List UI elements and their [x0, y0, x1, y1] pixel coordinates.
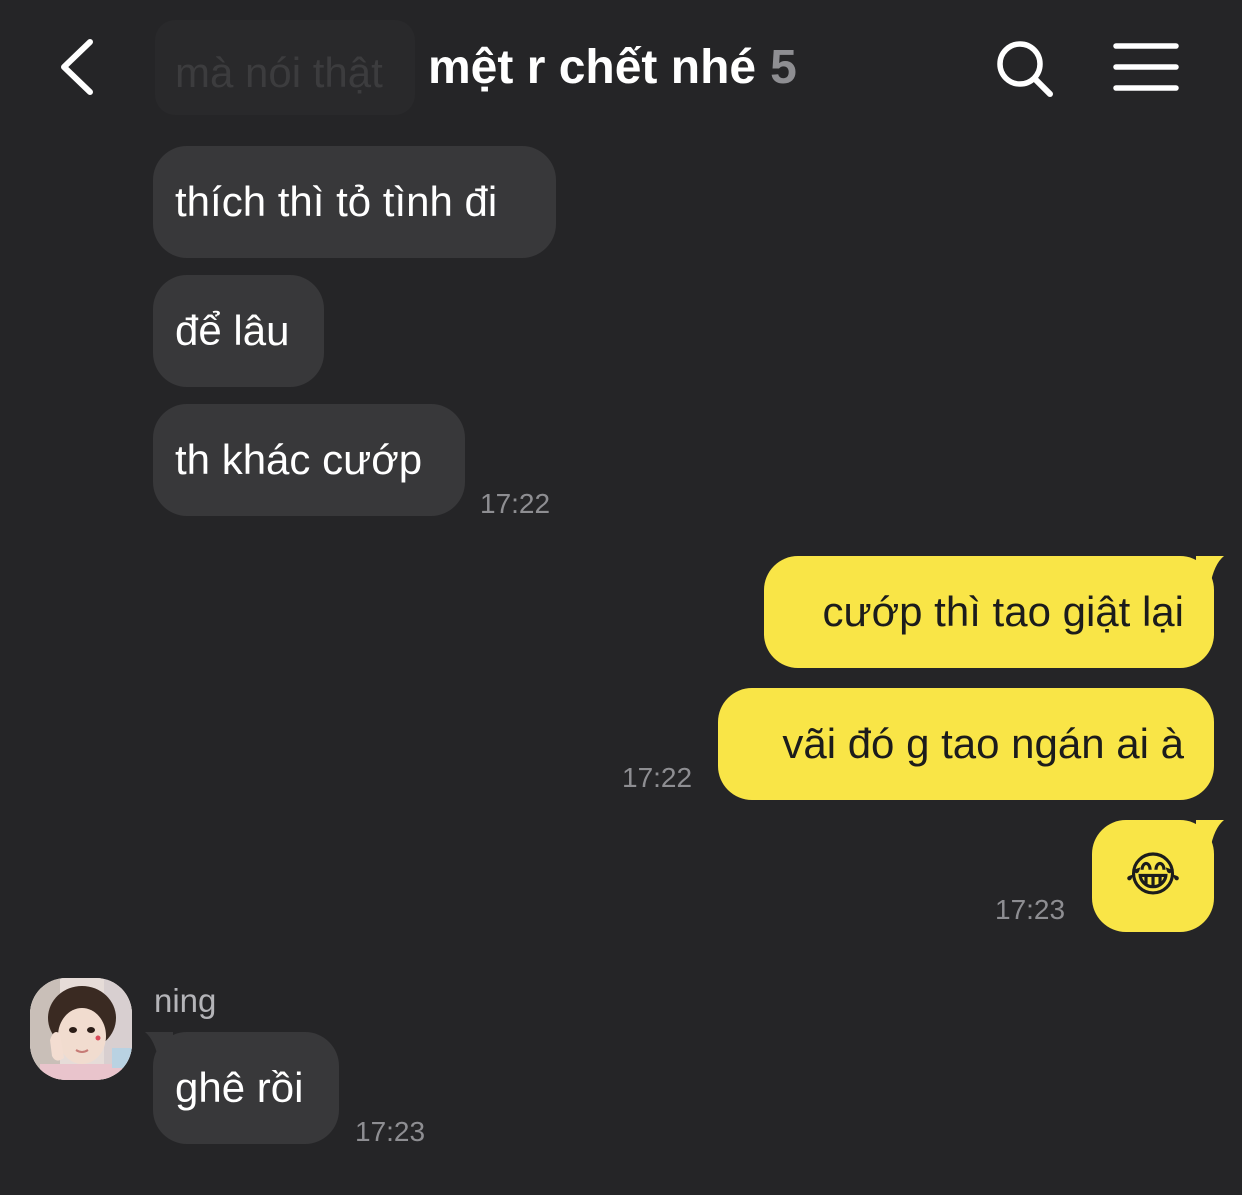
bubble-tail — [1196, 820, 1224, 850]
chevron-left-icon — [61, 39, 93, 95]
chat-name: mệt r chết nhé — [428, 41, 757, 94]
message-text: vãi đó g tao ngán ai à — [782, 720, 1184, 767]
message-bubble-incoming[interactable]: th khác cướp — [153, 404, 465, 516]
message-bubble-incoming[interactable]: thích thì tỏ tình đi — [153, 146, 556, 258]
bubble-tail — [145, 1032, 173, 1062]
back-button[interactable] — [52, 32, 112, 102]
search-icon — [997, 41, 1053, 97]
message-timestamp: 17:23 — [355, 1116, 426, 1147]
chat-screen: { "header": { "faded_preview": "mà nói t… — [0, 0, 1242, 1195]
sender-name: ning — [154, 982, 217, 1019]
chat-title[interactable]: mệt r chết nhé 5 — [428, 38, 797, 98]
message-text: thích thì tỏ tình đi — [175, 178, 498, 225]
search-button[interactable] — [990, 34, 1060, 104]
message-timestamp: 17:22 — [622, 762, 693, 793]
message-text: th khác cướp — [175, 436, 423, 483]
avatar[interactable] — [30, 978, 132, 1080]
chat-header: mà nói thật mệt r chết nhé 5 — [0, 0, 1242, 130]
message-bubble-outgoing[interactable]: cướp thì tao giật lại — [764, 556, 1214, 668]
avatar-photo-icon — [30, 978, 132, 1080]
message-bubble-outgoing[interactable]: vãi đó g tao ngán ai à — [718, 688, 1214, 800]
message-timestamp: 17:23 — [995, 894, 1066, 925]
laughing-emoji: 😂 — [1124, 849, 1182, 902]
message-timestamp: 17:22 — [480, 488, 551, 519]
faded-previous-message: mà nói thật — [155, 20, 415, 115]
bubble-tail — [1196, 556, 1224, 586]
hamburger-menu-icon — [1113, 43, 1179, 91]
member-count: 5 — [770, 41, 797, 94]
faded-previous-text: mà nói thật — [175, 49, 383, 96]
message-bubble-incoming[interactable]: ghê rồi — [153, 1032, 339, 1144]
message-text: ghê rồi — [175, 1064, 304, 1111]
message-text: để lâu — [175, 307, 290, 354]
menu-button[interactable] — [1110, 38, 1182, 98]
message-bubble-incoming[interactable]: để lâu — [153, 275, 324, 387]
message-text: cướp thì tao giật lại — [822, 588, 1184, 635]
